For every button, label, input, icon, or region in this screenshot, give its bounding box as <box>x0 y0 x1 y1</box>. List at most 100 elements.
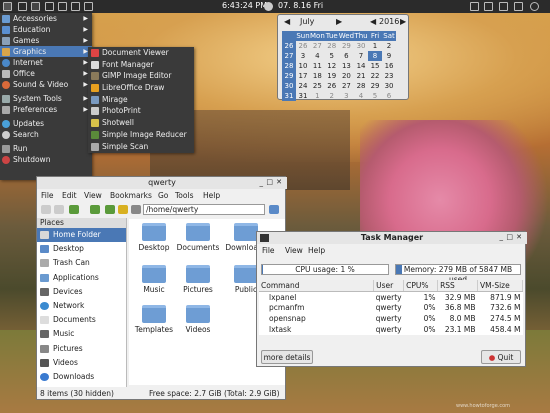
menu-go[interactable]: Go <box>158 191 168 200</box>
calendar-day[interactable]: 15 <box>368 61 382 71</box>
calendar-day[interactable]: 23 <box>382 71 396 81</box>
maximize-button[interactable]: □ <box>506 233 513 241</box>
submenu-item-font-manager[interactable]: Font Manager <box>88 59 194 71</box>
calendar-day[interactable]: 1 <box>368 41 382 51</box>
address-bar[interactable]: /home/qwerty <box>143 204 265 215</box>
go-icon[interactable] <box>269 205 279 214</box>
maximize-button[interactable]: □ <box>266 178 273 186</box>
minimize-button[interactable]: _ <box>260 179 264 187</box>
prev-month-button[interactable]: ◀ <box>284 17 290 26</box>
calendar-day[interactable]: 26 <box>325 81 339 91</box>
calendar-day[interactable]: 27 <box>310 41 325 51</box>
close-button[interactable]: ✕ <box>516 233 522 241</box>
back-icon[interactable] <box>69 205 79 214</box>
submenu-item-simple-scan[interactable]: Simple Scan <box>88 141 194 153</box>
calendar-day[interactable]: 16 <box>382 61 396 71</box>
menu-item-games[interactable]: Games ▶ <box>0 35 92 46</box>
place-videos[interactable]: Videos <box>37 356 126 370</box>
place-applications[interactable]: Applications <box>37 271 126 285</box>
calendar-day[interactable]: 28 <box>354 81 368 91</box>
menu-item-run[interactable]: Run <box>0 143 92 154</box>
calendar-day[interactable]: 3 <box>339 91 354 101</box>
calendar-day[interactable]: 26 <box>296 41 310 51</box>
panel-clock[interactable]: 6:43:24 PM <box>222 1 267 10</box>
calendar-day[interactable]: 4 <box>310 51 325 61</box>
volume-icon[interactable] <box>470 2 479 11</box>
place-network[interactable]: Network <box>37 299 126 313</box>
calendar-day[interactable]: 20 <box>339 71 354 81</box>
calendar-day[interactable]: 17 <box>296 71 310 81</box>
place-pictures[interactable]: Pictures <box>37 342 126 356</box>
folder-item[interactable]: Music <box>131 263 177 294</box>
submenu-item-shotwell[interactable]: Shotwell <box>88 117 194 129</box>
menu-item-updates[interactable]: Updates <box>0 118 92 129</box>
calendar-day[interactable]: 29 <box>368 81 382 91</box>
column-vm-size[interactable]: VM-Size <box>477 280 523 292</box>
calendar-day[interactable]: 10 <box>296 61 310 71</box>
menu-view[interactable]: View <box>285 246 303 255</box>
column-user[interactable]: User <box>373 280 405 292</box>
calendar-day[interactable]: 4 <box>354 91 368 101</box>
column-cpu[interactable]: CPU% <box>403 280 439 292</box>
calendar-day[interactable]: 6 <box>382 91 396 101</box>
menu-item-search[interactable]: Search <box>0 129 92 140</box>
keyboard-icon[interactable] <box>499 2 508 11</box>
calendar-day[interactable]: 1 <box>310 91 325 101</box>
process-row[interactable]: pcmanfm qwerty 0% 36.8 MB 732.6 M <box>259 302 523 313</box>
forward-icon[interactable] <box>90 205 100 214</box>
next-month-button[interactable]: ▶ <box>336 17 342 26</box>
menu-item-education[interactable]: Education ▶ <box>0 24 92 35</box>
calendar-day[interactable]: 30 <box>382 81 396 91</box>
submenu-item-document-viewer[interactable]: Document Viewer <box>88 47 194 59</box>
submenu-item-libreoffice-draw[interactable]: LibreOffice Draw <box>88 82 194 94</box>
calendar-day[interactable]: 12 <box>325 61 339 71</box>
calendar-day[interactable]: 11 <box>310 61 325 71</box>
calendar-day[interactable]: 19 <box>325 71 339 81</box>
menu-file[interactable]: File <box>41 191 54 200</box>
close-button[interactable]: ✕ <box>276 178 282 186</box>
menu-item-shutdown[interactable]: Shutdown <box>0 154 92 165</box>
menu-file[interactable]: File <box>262 246 275 255</box>
menu-item-sound-video[interactable]: Sound & Video ▶ <box>0 79 92 90</box>
prev-year-button[interactable]: ◀ <box>370 17 376 26</box>
quit-button[interactable]: ● Quit <box>481 350 521 364</box>
menu-view[interactable]: View <box>84 191 102 200</box>
calendar-day[interactable]: 21 <box>354 71 368 81</box>
menu-item-accessories[interactable]: Accessories ▶ <box>0 13 92 24</box>
calendar-day[interactable]: 2 <box>325 91 339 101</box>
place-home-folder[interactable]: Home Folder <box>37 228 126 243</box>
place-music[interactable]: Music <box>37 327 126 341</box>
workspace-2-icon[interactable] <box>84 2 93 11</box>
place-trash[interactable]: Trash Can <box>37 256 126 270</box>
menu-item-internet[interactable]: Internet ▶ <box>0 57 92 68</box>
menu-item-system-tools[interactable]: System Tools ▶ <box>0 93 92 104</box>
calendar-day[interactable]: 22 <box>368 71 382 81</box>
calendar-day[interactable]: 13 <box>339 61 354 71</box>
column-command[interactable]: Command <box>259 280 375 292</box>
file-manager-launcher-icon[interactable] <box>18 2 27 11</box>
submenu-item-simple-image-reducer[interactable]: Simple Image Reducer <box>88 129 194 141</box>
process-row[interactable]: opensnap qwerty 0% 8.0 MB 274.5 M <box>259 313 523 324</box>
new-tab-icon[interactable] <box>41 205 51 214</box>
text-editor-launcher-icon[interactable] <box>58 2 67 11</box>
menu-bookmarks[interactable]: Bookmarks <box>110 191 152 200</box>
calendar-day[interactable]: 27 <box>339 81 354 91</box>
calendar-day[interactable]: 29 <box>339 41 354 51</box>
submenu-item-photoprint[interactable]: PhotoPrint <box>88 105 194 117</box>
submenu-item-mirage[interactable]: Mirage <box>88 94 194 106</box>
folder-item[interactable]: Templates <box>131 303 177 334</box>
browser-launcher-icon[interactable] <box>45 2 54 11</box>
menu-tools[interactable]: Tools <box>175 191 193 200</box>
calendar-day[interactable]: 30 <box>354 41 368 51</box>
app-menu-icon[interactable] <box>3 2 12 11</box>
terminal-launcher-icon[interactable] <box>31 2 40 11</box>
place-desktop[interactable]: Desktop <box>37 242 126 256</box>
calendar-day[interactable]: 5 <box>368 91 382 101</box>
calendar-day[interactable]: 24 <box>296 81 310 91</box>
panel-date[interactable]: 07. 8.16 Fri <box>278 1 323 10</box>
calendar-day[interactable]: 3 <box>296 51 310 61</box>
calendar-day[interactable]: 25 <box>310 81 325 91</box>
next-year-button[interactable]: ▶ <box>400 17 406 26</box>
column-rss[interactable]: RSS <box>437 280 479 292</box>
minimize-button[interactable]: _ <box>500 233 504 241</box>
